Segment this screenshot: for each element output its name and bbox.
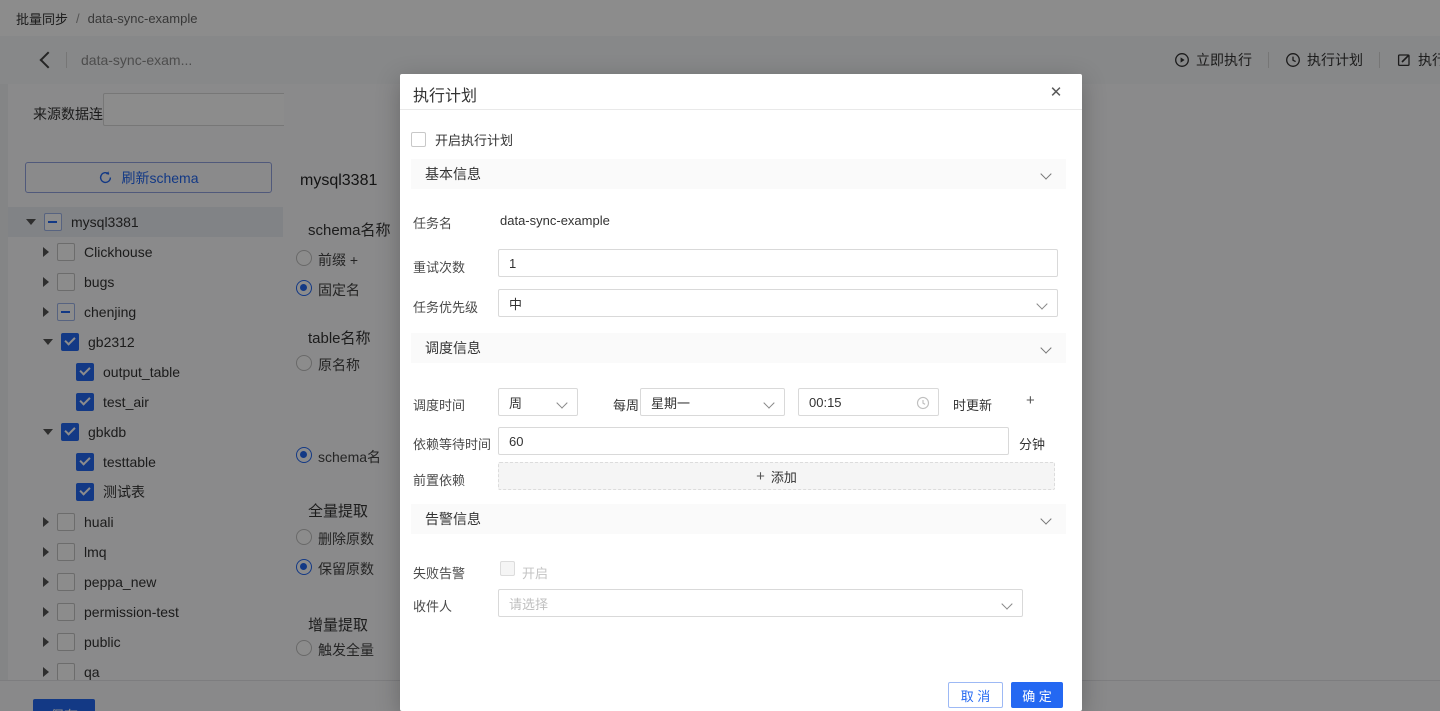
enable-plan-checkbox[interactable]: 开启执行计划 <box>411 130 513 149</box>
schedule-time-label: 调度时间 <box>413 395 465 414</box>
section-alert-info[interactable]: 告警信息 <box>411 504 1066 534</box>
divider <box>400 109 1082 110</box>
retry-label: 重试次数 <box>413 257 465 276</box>
fail-alert-checkbox-disabled <box>500 561 515 576</box>
chevron-down-icon <box>1040 513 1051 524</box>
chevron-down-icon <box>763 397 774 408</box>
chevron-down-icon <box>1001 598 1012 609</box>
wait-unit-label: 分钟 <box>1019 434 1045 453</box>
fail-alert-checkbox-label: 开启 <box>522 563 548 582</box>
add-schedule-row-icon[interactable]: + <box>1026 392 1035 409</box>
time-suffix-label: 时更新 <box>953 395 992 414</box>
modal-title: 执行计划 <box>413 82 477 106</box>
wait-time-input[interactable]: 60 <box>498 427 1009 455</box>
task-name-value: data-sync-example <box>500 213 610 228</box>
chevron-down-icon <box>556 397 567 408</box>
chevron-down-icon <box>1036 298 1047 309</box>
weekly-label: 每周 <box>613 395 639 414</box>
cycle-select[interactable]: 周 <box>498 388 578 416</box>
priority-select[interactable]: 中 <box>498 289 1058 317</box>
time-picker[interactable]: 00:15 <box>798 388 939 416</box>
confirm-button[interactable]: 确 定 <box>1011 682 1063 708</box>
retry-input[interactable]: 1 <box>498 249 1058 277</box>
weekday-select[interactable]: 星期一 <box>640 388 785 416</box>
checkbox-unchecked[interactable] <box>411 132 426 147</box>
recipient-select[interactable]: 请选择 <box>498 589 1023 617</box>
dependency-label: 前置依赖 <box>413 470 465 489</box>
execution-plan-modal: 执行计划 ✕ 开启执行计划 基本信息 任务名 data-sync-example… <box>400 74 1082 711</box>
section-basic-info[interactable]: 基本信息 <box>411 159 1066 189</box>
recipient-label: 收件人 <box>413 596 452 615</box>
task-name-label: 任务名 <box>413 213 452 232</box>
fail-alert-label: 失败告警 <box>413 563 465 582</box>
chevron-down-icon <box>1040 168 1051 179</box>
section-schedule-info[interactable]: 调度信息 <box>411 333 1066 363</box>
app-window: 批量同步 / data-sync-example data-sync-exam.… <box>0 0 1440 711</box>
wait-time-label: 依赖等待时间 <box>413 434 491 453</box>
clock-icon <box>916 396 930 410</box>
plus-icon: + <box>756 468 765 485</box>
close-icon[interactable]: ✕ <box>1046 83 1066 103</box>
add-dependency-button[interactable]: + 添加 <box>498 462 1055 490</box>
chevron-down-icon <box>1040 342 1051 353</box>
enable-plan-label: 开启执行计划 <box>435 130 513 149</box>
cancel-button[interactable]: 取 消 <box>948 682 1003 708</box>
priority-label: 任务优先级 <box>413 297 478 316</box>
